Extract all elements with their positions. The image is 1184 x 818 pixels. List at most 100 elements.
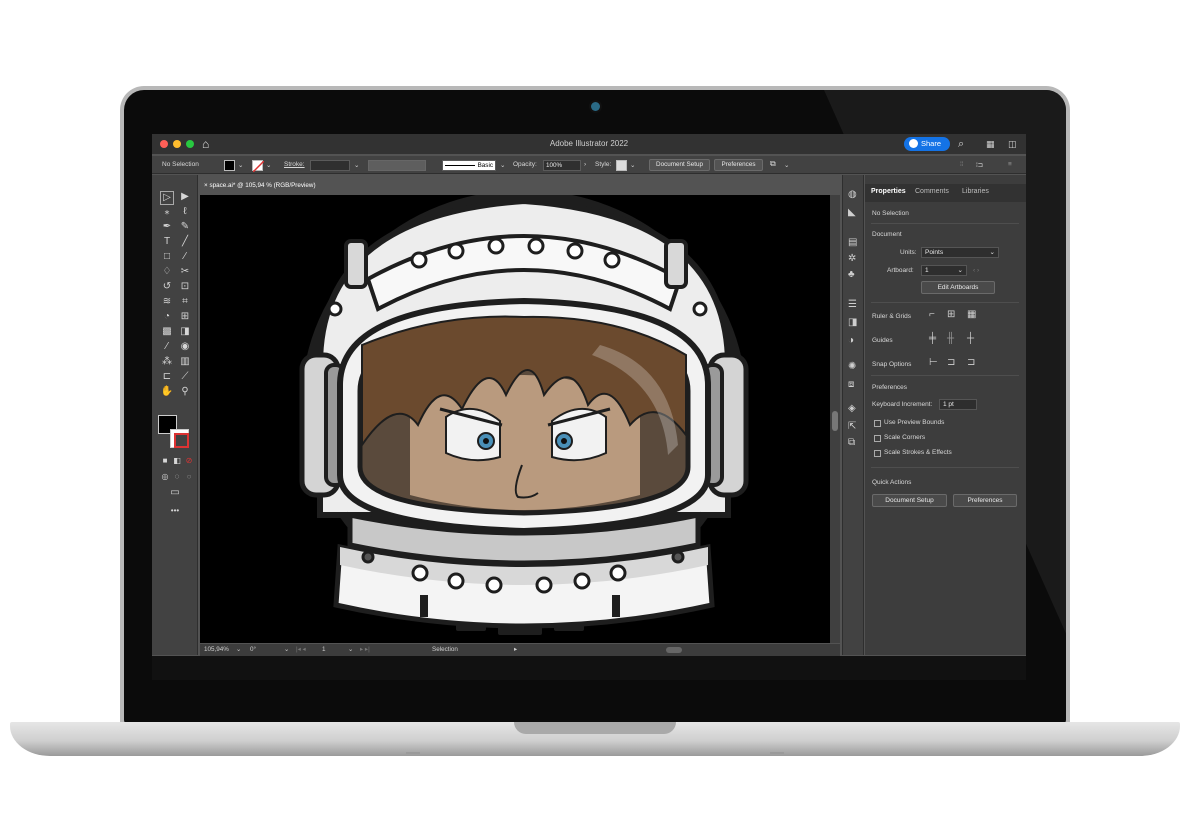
smart-guides-icon[interactable]: ┼ [967, 333, 974, 345]
stroke-swatch[interactable] [252, 160, 264, 172]
symbol-sprayer-tool-icon[interactable]: ⁂ [160, 356, 174, 368]
distribute-icon[interactable]: ⁞⊐ [976, 161, 983, 169]
graphic-style-swatch[interactable] [616, 160, 627, 171]
tab-properties[interactable]: Properties [871, 188, 906, 195]
stroke-weight-field[interactable] [310, 160, 350, 171]
shaper-tool-icon[interactable]: ♢ [160, 266, 174, 278]
curvature-tool-icon[interactable]: ✎ [178, 221, 192, 233]
vertical-scroll-thumb[interactable] [832, 411, 838, 431]
artboard-select[interactable]: 1 ⌄ [921, 265, 967, 276]
appearance-icon[interactable]: ◑ [848, 335, 854, 347]
stroke-weight-chevron-icon[interactable]: ⌄ [354, 161, 359, 169]
screen-mode-icon[interactable]: ▭ [168, 487, 182, 499]
last-artboard-icon[interactable]: ▸ ▸| [360, 644, 370, 656]
fill-swatch[interactable] [224, 160, 235, 171]
stroke-panel-icon[interactable]: ☰ [848, 299, 857, 311]
lock-guides-icon[interactable]: ╫ [947, 333, 954, 345]
artboard-canvas[interactable] [200, 195, 830, 643]
grid-icon[interactable]: ⊞ [947, 309, 955, 321]
perspective-grid-tool-icon[interactable]: ⊞ [178, 311, 192, 323]
vertical-scrollbar[interactable] [830, 195, 840, 643]
stroke-dropdown-chevron-icon[interactable]: ⌄ [266, 161, 271, 169]
artboard-tool-icon[interactable]: ⊏ [160, 371, 174, 383]
brush-definition-field[interactable]: Basic [442, 160, 496, 171]
opacity-field[interactable]: 100% [543, 160, 581, 171]
warp-tool-icon[interactable]: ≋ [160, 296, 174, 308]
graphic-styles-icon[interactable]: ✺ [848, 361, 856, 373]
free-transform-tool-icon[interactable]: ⌗ [178, 296, 192, 308]
variable-width-profile[interactable] [368, 160, 426, 171]
rotate-tool-icon[interactable]: ↺ [160, 281, 174, 293]
search-icon[interactable]: ⌕ [958, 137, 964, 151]
document-setup-button[interactable]: Document Setup [649, 159, 710, 171]
preferences-button[interactable]: Preferences [714, 159, 763, 171]
layers-icon[interactable]: ◈ [848, 403, 856, 415]
eyedropper-tool-icon[interactable]: ⁄ [160, 341, 174, 353]
first-artboard-icon[interactable]: |◂ ◂ [296, 644, 306, 656]
artboard-chevron-icon[interactable]: ⌄ [348, 644, 353, 656]
magic-wand-tool-icon[interactable]: ⁎ [160, 206, 174, 218]
scale-corners-checkbox[interactable] [874, 435, 881, 442]
export-icon[interactable]: ⇱ [848, 421, 856, 433]
brush-chevron-icon[interactable]: ⌄ [500, 161, 505, 169]
snap-to-glyph-icon[interactable]: ⊐ [967, 357, 975, 369]
direct-selection-tool-icon[interactable]: ▶ [178, 191, 192, 203]
hand-tool-icon[interactable]: ✋ [160, 386, 174, 398]
zoom-chevron-icon[interactable]: ⌄ [236, 644, 241, 656]
edit-artboards-button[interactable]: Edit Artboards [921, 281, 995, 294]
arrange-chevron-icon[interactable]: ⌄ [784, 161, 789, 169]
selection-tool-icon[interactable]: ▷ [160, 191, 174, 205]
quick-document-setup-button[interactable]: Document Setup [872, 494, 947, 507]
ruler-icon[interactable]: ⌐ [929, 309, 935, 321]
zoom-level[interactable]: 105,94% [204, 644, 229, 656]
gradient-tool-icon[interactable]: ◨ [178, 326, 192, 338]
artboard-number[interactable]: 1 [322, 644, 326, 656]
opacity-arrow-icon[interactable]: › [584, 161, 586, 168]
tab-comments[interactable]: Comments [915, 188, 949, 195]
snap-to-point-icon[interactable]: ⊢ [929, 357, 938, 369]
artboard-nav-icon[interactable]: ‹ › [973, 267, 979, 274]
use-preview-bounds-checkbox[interactable] [874, 420, 881, 427]
shape-builder-tool-icon[interactable]: ◔ [160, 311, 174, 323]
none-mode-icon[interactable]: ⊘ [182, 455, 196, 467]
document-tab[interactable]: × space.ai* @ 105,94 % (RGB/Preview) [200, 178, 340, 193]
gradient-panel-icon[interactable]: ◨ [848, 317, 857, 329]
style-chevron-icon[interactable]: ⌄ [630, 161, 635, 169]
keyboard-increment-field[interactable]: 1 pt [939, 399, 977, 410]
stroke-color-box[interactable] [170, 429, 189, 448]
snap-to-pixel-icon[interactable]: ⊐ [947, 357, 955, 369]
draw-inside-icon[interactable]: ○ [182, 471, 196, 483]
transparency-grid-icon[interactable]: ▦ [967, 309, 976, 321]
scale-tool-icon[interactable]: ⊡ [178, 281, 192, 293]
tab-libraries[interactable]: Libraries [962, 188, 989, 195]
rectangle-tool-icon[interactable]: □ [160, 251, 174, 263]
show-guides-icon[interactable]: ╪ [929, 333, 936, 345]
share-button[interactable]: Share [904, 137, 950, 151]
arrange-icon[interactable]: ⧉ [770, 159, 776, 169]
swatches-icon[interactable]: ▤ [848, 237, 857, 249]
units-select[interactable]: Points ⌄ [921, 247, 999, 258]
column-graph-tool-icon[interactable]: ▥ [178, 356, 192, 368]
line-tool-icon[interactable]: ╱ [178, 236, 192, 248]
scissors-tool-icon[interactable]: ✂ [178, 266, 192, 278]
slice-tool-icon[interactable]: ⟋ [178, 371, 192, 383]
type-tool-icon[interactable]: T [160, 236, 174, 248]
status-arrow-icon[interactable]: ▸ [514, 644, 517, 656]
panel-menu-icon[interactable]: ≡ [1008, 161, 1012, 168]
workspace-icon[interactable]: ▦ [986, 137, 995, 151]
mesh-tool-icon[interactable]: ▩ [160, 326, 174, 338]
paintbrush-tool-icon[interactable]: ∕ [178, 251, 192, 263]
arrange-documents-icon[interactable]: ◫ [1008, 137, 1017, 151]
pen-tool-icon[interactable]: ✒ [160, 221, 174, 233]
opacity-label[interactable]: Opacity: [513, 161, 537, 168]
image-trace-icon[interactable]: ⧈ [848, 379, 854, 391]
quick-preferences-button[interactable]: Preferences [953, 494, 1017, 507]
artboards-icon[interactable]: ⧉ [848, 437, 855, 449]
align-icon[interactable]: ⁞⁞ [960, 161, 964, 168]
brushes-icon[interactable]: ✲ [848, 253, 856, 265]
blend-tool-icon[interactable]: ◉ [178, 341, 192, 353]
symbols-icon[interactable]: ♣ [848, 269, 855, 281]
rotation-chevron-icon[interactable]: ⌄ [284, 644, 289, 656]
rotation-value[interactable]: 0° [250, 644, 256, 656]
color-guide-icon[interactable]: ◍ [848, 189, 857, 201]
